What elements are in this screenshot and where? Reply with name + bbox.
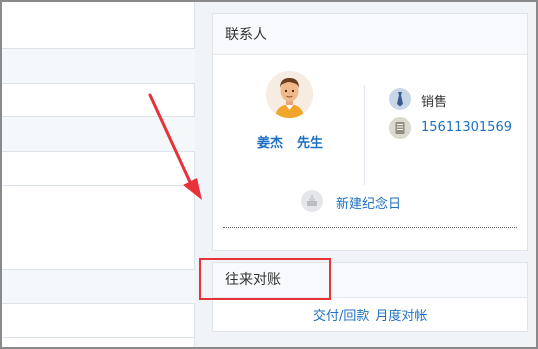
screenshot-frame: 联系人 姜杰 先生 销售 15611301569 新建纪念日 交付/回款 月度对…	[0, 0, 538, 349]
annotation-arrow	[148, 93, 202, 200]
